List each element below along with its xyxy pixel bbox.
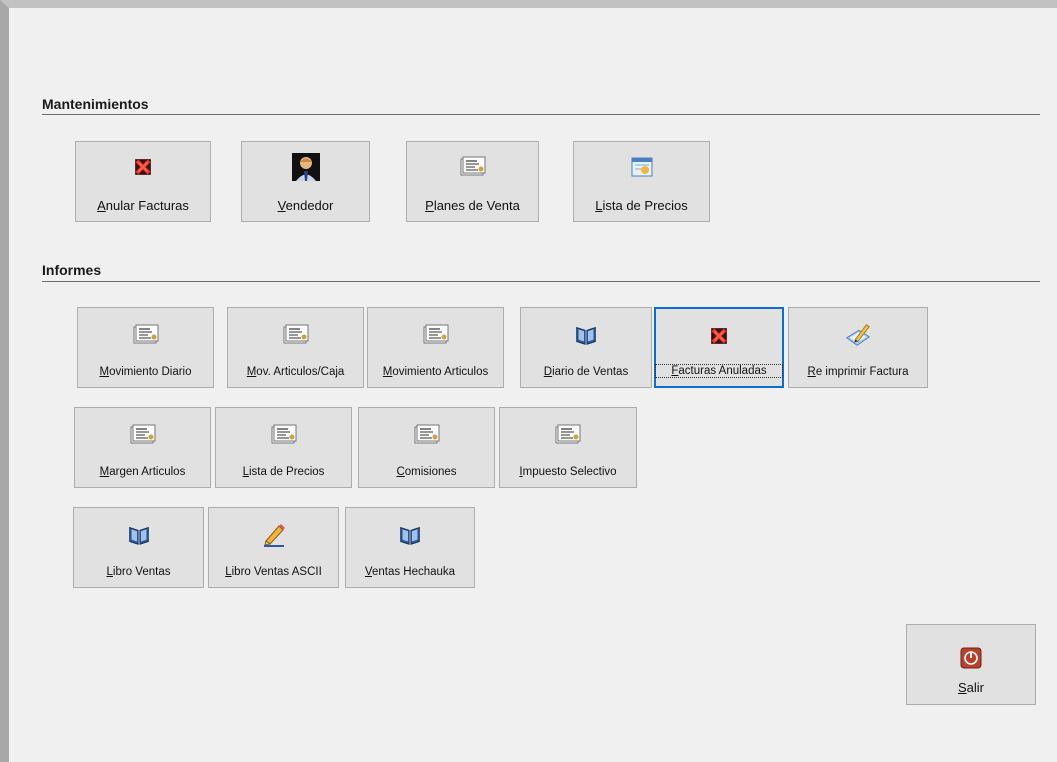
lista-de-precios-report-label: Lista de Precios bbox=[242, 466, 325, 478]
lista-de-precios-report-button[interactable]: Lista de Precios bbox=[215, 407, 352, 488]
salesperson-icon bbox=[291, 153, 320, 181]
impuesto-selectivo-label: Impuesto Selectivo bbox=[519, 466, 617, 478]
pencil-icon bbox=[260, 521, 288, 549]
power-icon bbox=[957, 644, 985, 672]
margen-articulos-button[interactable]: Margen Articulos bbox=[74, 407, 211, 488]
impuesto-selectivo-button[interactable]: Impuesto Selectivo bbox=[499, 407, 637, 488]
anular-facturas-button[interactable]: Anular Facturas bbox=[75, 141, 211, 222]
ventas-hechauka-button[interactable]: Ventas Hechauka bbox=[345, 507, 475, 588]
lista-de-precios-maint-button[interactable]: Lista de Precios bbox=[573, 141, 710, 222]
libro-ventas-button[interactable]: Libro Ventas bbox=[73, 507, 204, 588]
edit-document-icon bbox=[844, 321, 872, 349]
salir-label: Salir bbox=[957, 680, 984, 695]
section-divider-mantenimientos bbox=[42, 114, 1040, 115]
book-icon bbox=[572, 321, 600, 349]
vendedor-button[interactable]: Vendedor bbox=[241, 141, 370, 222]
planes-de-venta-button[interactable]: Planes de Venta bbox=[406, 141, 539, 222]
mov-articulos-caja-label: Mov. Articulos/Caja bbox=[246, 366, 345, 378]
section-title-informes: Informes bbox=[42, 262, 102, 278]
book-icon bbox=[396, 521, 424, 549]
movimiento-diario-label: Movimiento Diario bbox=[99, 366, 192, 378]
section-title-mantenimientos: Mantenimientos bbox=[42, 96, 149, 112]
price-list-icon bbox=[628, 153, 656, 181]
mov-articulos-caja-button[interactable]: Mov. Articulos/Caja bbox=[227, 307, 364, 388]
movimiento-articulos-button[interactable]: Movimiento Articulos bbox=[367, 307, 504, 388]
report-icon bbox=[132, 321, 160, 349]
section-divider-informes bbox=[42, 281, 1040, 282]
ventas-hechauka-label: Ventas Hechauka bbox=[364, 566, 456, 578]
red-x-icon bbox=[129, 153, 157, 181]
book-icon bbox=[125, 521, 153, 549]
comisiones-button[interactable]: Comisiones bbox=[358, 407, 495, 488]
red-x-icon bbox=[705, 322, 733, 350]
report-icon bbox=[459, 153, 487, 181]
planes-de-venta-label: Planes de Venta bbox=[425, 198, 520, 213]
report-icon bbox=[422, 321, 450, 349]
salir-button[interactable]: Salir bbox=[906, 624, 1036, 705]
diario-de-ventas-label: Diario de Ventas bbox=[543, 366, 629, 378]
report-icon bbox=[129, 421, 157, 449]
window-frame: Mantenimientos Anular Facturas Vendedor … bbox=[0, 0, 1057, 762]
movimiento-diario-button[interactable]: Movimiento Diario bbox=[77, 307, 214, 388]
libro-ventas-label: Libro Ventas bbox=[106, 566, 171, 578]
reimprimir-factura-label: Re imprimir Factura bbox=[807, 366, 909, 378]
report-icon bbox=[554, 421, 582, 449]
facturas-anuladas-label: Facturas Anuladas bbox=[655, 364, 783, 378]
diario-de-ventas-button[interactable]: Diario de Ventas bbox=[520, 307, 652, 388]
reimprimir-factura-button[interactable]: Re imprimir Factura bbox=[788, 307, 928, 388]
report-icon bbox=[413, 421, 441, 449]
movimiento-articulos-label: Movimiento Articulos bbox=[382, 366, 489, 378]
margen-articulos-label: Margen Articulos bbox=[99, 466, 186, 478]
comisiones-label: Comisiones bbox=[396, 466, 457, 478]
anular-facturas-label: Anular Facturas bbox=[97, 198, 189, 213]
lista-de-precios-maint-label: Lista de Precios bbox=[595, 198, 688, 213]
facturas-anuladas-button[interactable]: Facturas Anuladas bbox=[654, 307, 784, 388]
report-icon bbox=[270, 421, 298, 449]
vendedor-label: Vendedor bbox=[277, 198, 334, 213]
report-icon bbox=[282, 321, 310, 349]
libro-ventas-ascii-button[interactable]: Libro Ventas ASCII bbox=[208, 507, 339, 588]
libro-ventas-ascii-label: Libro Ventas ASCII bbox=[225, 566, 322, 578]
